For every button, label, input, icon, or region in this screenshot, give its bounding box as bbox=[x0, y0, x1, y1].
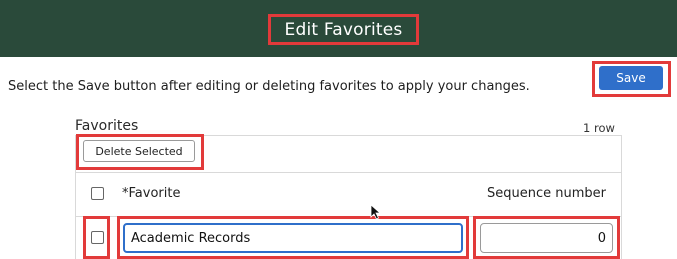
column-header-favorite[interactable]: *Favorite bbox=[122, 186, 180, 201]
save-button[interactable]: Save bbox=[599, 66, 663, 90]
select-all-checkbox[interactable] bbox=[91, 187, 104, 200]
toolbar-divider bbox=[75, 172, 622, 173]
row-select-checkbox[interactable] bbox=[91, 231, 104, 244]
column-header-sequence[interactable]: Sequence number bbox=[487, 186, 606, 201]
sequence-number-input[interactable] bbox=[480, 223, 613, 253]
grid-title: Favorites bbox=[75, 118, 139, 134]
row-count: 1 row bbox=[583, 121, 615, 135]
instructions-text: Select the Save button after editing or … bbox=[8, 79, 530, 94]
title-highlight-frame: Edit Favorites bbox=[268, 14, 419, 45]
page-title: Edit Favorites bbox=[284, 19, 403, 40]
favorite-name-input[interactable] bbox=[123, 223, 463, 253]
delete-selected-button[interactable]: Delete Selected bbox=[83, 140, 195, 162]
mouse-pointer-icon bbox=[370, 204, 382, 220]
